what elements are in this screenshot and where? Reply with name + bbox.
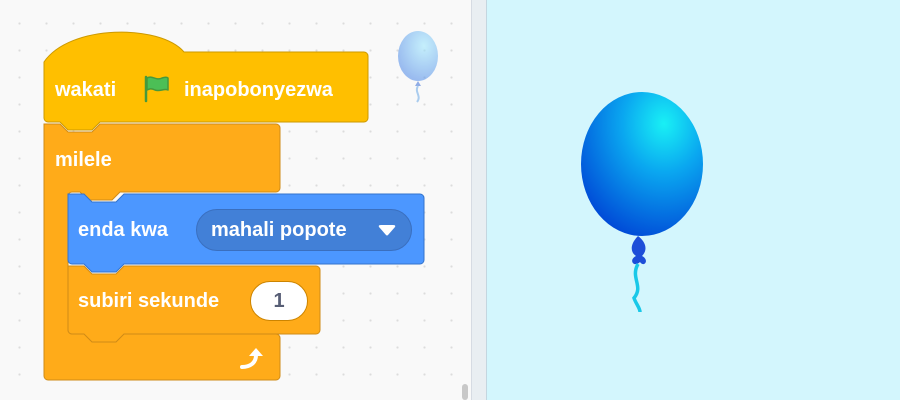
hat-prefix-label: wakati [55,79,117,101]
code-area-scrollbar[interactable] [462,384,468,400]
code-area[interactable]: wakati inapobonyezwa milele enda kwa mah… [0,0,472,400]
chevron-down-icon [378,225,396,236]
goto-target-dropdown[interactable]: mahali popote [196,209,412,251]
pane-divider [472,0,486,400]
goto-label: enda kwa [78,219,169,241]
wait-seconds-input[interactable]: 1 [250,281,308,321]
wait-label: subiri sekunde [78,290,220,312]
loop-arrow-icon [240,348,263,369]
goto-target-value: mahali popote [211,218,347,241]
hat-suffix-label: inapobonyezwa [184,79,333,101]
forever-label: milele [55,149,112,171]
balloon-sprite[interactable] [578,92,706,314]
green-flag-icon [144,75,169,103]
balloon-sprite-thumbnail[interactable] [396,30,442,108]
